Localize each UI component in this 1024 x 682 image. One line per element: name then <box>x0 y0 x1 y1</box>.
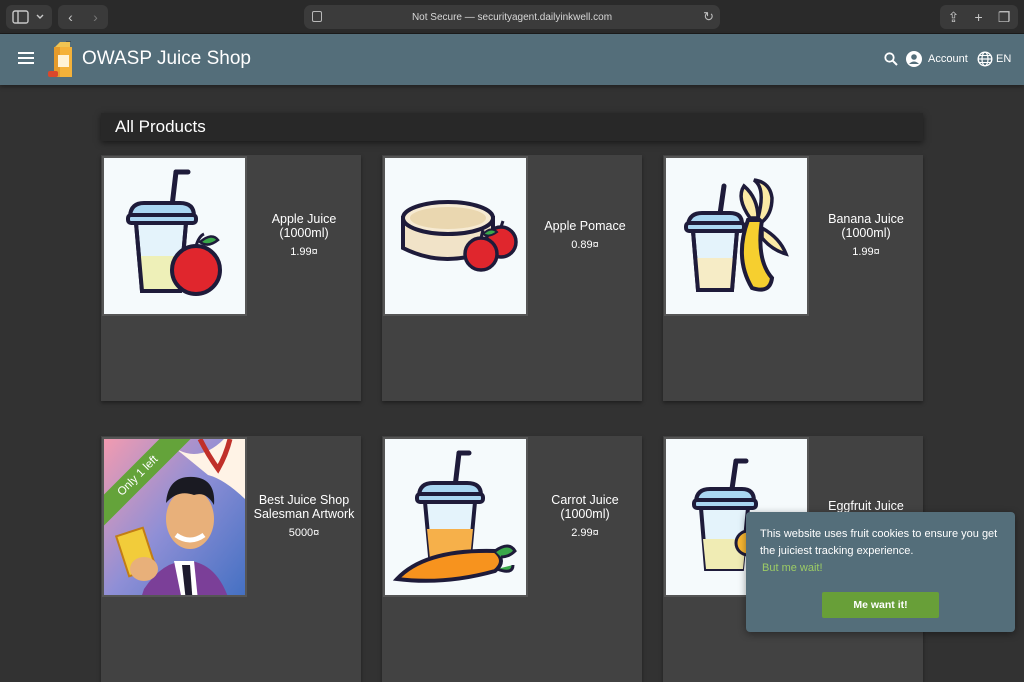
app-toolbar: OWASP Juice Shop Account EN <box>0 34 1024 85</box>
product-image[interactable] <box>664 156 809 316</box>
product-info: Apple Pomace 0.89¤ <box>528 155 642 315</box>
product-name: Banana Juice (1000ml) <box>828 212 904 240</box>
back-button[interactable]: ‹ <box>58 9 83 25</box>
address-bar[interactable]: Not Secure — securityagent.dailyinkwell.… <box>304 5 720 29</box>
product-image[interactable] <box>383 437 528 597</box>
product-price: 2.99¤ <box>571 527 599 539</box>
product-card[interactable]: Apple Pomace 0.89¤ <box>382 155 642 401</box>
product-price: 1.99¤ <box>290 246 318 258</box>
product-info: Apple Juice (1000ml) 1.99¤ <box>247 155 361 315</box>
sidebar-icon <box>12 10 44 24</box>
product-name: Carrot Juice (1000ml) <box>551 493 619 521</box>
cookie-consent-banner: This website uses fruit cookies to ensur… <box>746 512 1015 632</box>
browser-toolbar: ‹ › Not Secure — securityagent.dailyinkw… <box>0 0 1024 34</box>
page-heading-bar: All Products <box>101 113 923 141</box>
product-price: 5000¤ <box>288 527 320 539</box>
banana-juice-icon <box>684 178 789 292</box>
product-name: Best Juice Shop Salesman Artwork <box>253 493 355 521</box>
cookie-message: This website uses fruit cookies to ensur… <box>760 528 998 557</box>
share-button[interactable]: ⇪ <box>948 9 960 26</box>
product-card[interactable]: Apple Juice (1000ml) 1.99¤ <box>101 155 361 401</box>
cookie-dismiss-link[interactable]: But me wait! <box>762 562 823 574</box>
product-info: Banana Juice (1000ml) 1.99¤ <box>809 155 923 315</box>
product-name: Apple Pomace <box>544 219 626 233</box>
product-card[interactable]: Carrot Juice (1000ml) 2.99¤ <box>382 436 642 682</box>
search-icon[interactable] <box>884 52 898 66</box>
carrot-juice-icon <box>392 450 517 583</box>
apple-pomace-icon <box>401 200 518 272</box>
product-price: 1.99¤ <box>852 246 880 258</box>
reload-button[interactable]: ↻ <box>703 9 714 25</box>
product-card[interactable]: Banana Juice (1000ml) 1.99¤ <box>663 155 923 401</box>
product-name: Apple Juice (1000ml) <box>271 212 337 240</box>
url-text: Not Secure — securityagent.dailyinkwell.… <box>411 11 613 23</box>
cookie-accept-button[interactable]: Me want it! <box>822 592 939 618</box>
apple-juice-icon <box>126 169 222 296</box>
page-icon <box>312 11 322 22</box>
new-tab-button[interactable]: + <box>974 9 982 25</box>
product-card[interactable]: Only 1 left Best Juice Shop Salesman Art… <box>101 436 361 682</box>
product-price: 0.89¤ <box>571 239 599 251</box>
juice-shop-logo[interactable] <box>46 41 80 79</box>
forward-button[interactable]: › <box>83 9 108 25</box>
product-image[interactable]: Only 1 left <box>102 437 247 597</box>
product-image[interactable] <box>102 156 247 316</box>
browser-actions: ⇪ + ❐ <box>940 5 1018 29</box>
page-title: All Products <box>115 117 206 136</box>
account-button[interactable]: Account <box>928 53 968 65</box>
history-nav: ‹ › <box>58 5 108 29</box>
globe-icon[interactable] <box>977 51 993 67</box>
app-title[interactable]: OWASP Juice Shop <box>82 48 251 70</box>
language-button[interactable]: EN <box>996 53 1011 65</box>
tab-overview-button[interactable]: ❐ <box>998 9 1011 26</box>
sidebar-toggle-button[interactable] <box>6 5 52 29</box>
salesman-artwork-image <box>104 439 245 595</box>
product-info: Carrot Juice (1000ml) 2.99¤ <box>528 436 642 596</box>
account-icon[interactable] <box>906 51 922 67</box>
menu-icon[interactable] <box>18 52 34 66</box>
product-image[interactable] <box>383 156 528 316</box>
product-info: Best Juice Shop Salesman Artwork 5000¤ <box>247 436 361 596</box>
